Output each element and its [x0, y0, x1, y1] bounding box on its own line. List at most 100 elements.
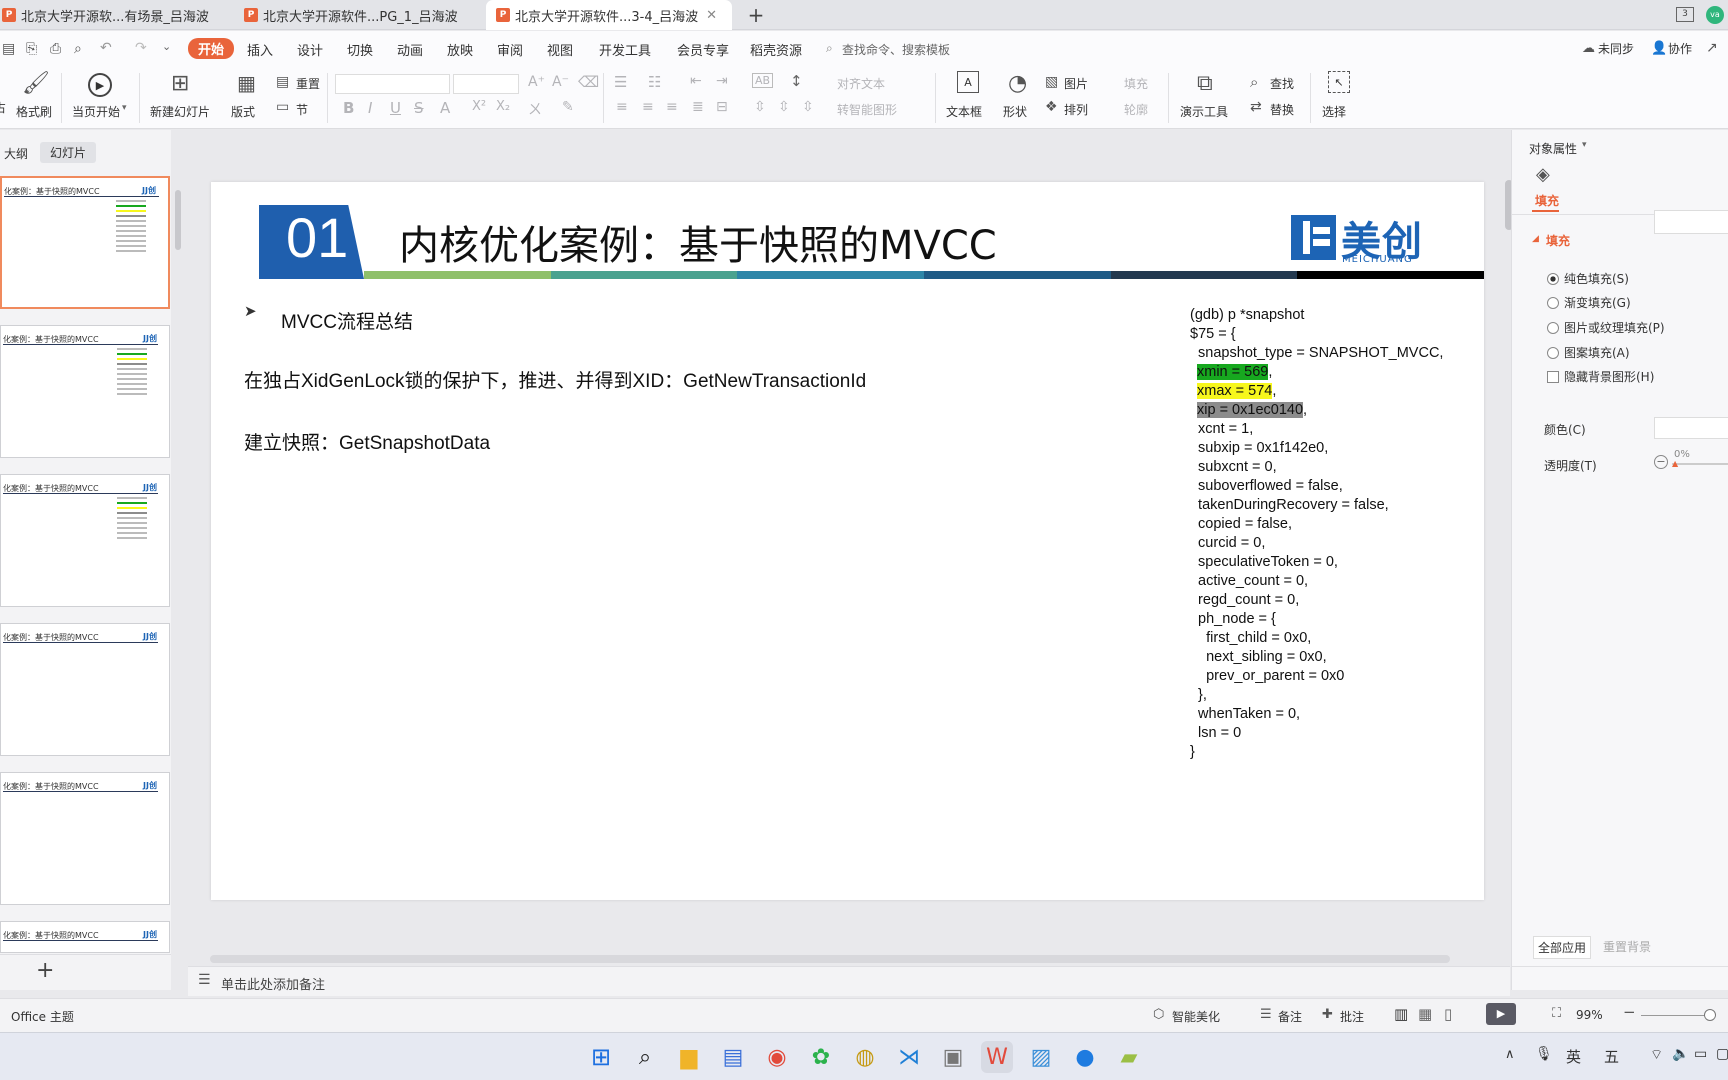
shape-button[interactable]: 形状	[1003, 103, 1027, 120]
spacing-before-icon[interactable]: ⇳	[778, 99, 790, 115]
menu-developer[interactable]: 开发工具	[599, 40, 651, 59]
clear-format-icon[interactable]: ⌫	[578, 73, 599, 91]
subscript-icon[interactable]: X₂	[496, 99, 510, 114]
command-search-input[interactable]: 查找命令、搜索模板	[842, 41, 950, 58]
font-color-icon[interactable]: A	[440, 99, 450, 117]
menu-insert[interactable]: 插入	[247, 40, 273, 59]
video-app-icon[interactable]: ●	[1069, 1041, 1101, 1073]
spacing-after-icon[interactable]: ⇳	[802, 99, 814, 115]
align-center-icon[interactable]: ≡	[642, 99, 654, 115]
format-painter-button[interactable]: 格式刷	[16, 103, 52, 120]
font-size-select[interactable]	[453, 74, 519, 94]
find-icon[interactable]: ⌕	[1250, 73, 1258, 91]
print-icon[interactable]: ⎙	[50, 41, 61, 57]
shape-icon[interactable]: ◔	[1008, 71, 1027, 96]
fill-button[interactable]: 填充	[1124, 75, 1148, 92]
select-icon[interactable]: ↖	[1328, 71, 1350, 93]
app-icon[interactable]: ▰	[1113, 1041, 1145, 1073]
quick-access-dropdown-icon[interactable]: ⌄	[162, 40, 171, 53]
align-text-button[interactable]: 对齐文本	[837, 75, 885, 92]
fill-tab[interactable]: 填充	[1535, 192, 1559, 209]
slides-tab[interactable]: 幻灯片	[40, 142, 97, 163]
slide-thumbnail[interactable]: 化案例：基于快照的MVCC JJ创	[0, 623, 170, 756]
outline-tab[interactable]: 大纲	[4, 145, 28, 162]
wps-taskbar-icon[interactable]: W	[981, 1041, 1013, 1073]
distribute-icon[interactable]: ⊟	[716, 99, 728, 115]
radio-pattern-fill[interactable]: 图案填充(A)	[1547, 344, 1630, 361]
superscript-icon[interactable]: X²	[472, 99, 486, 114]
notification-icon[interactable]: ▢	[1716, 1046, 1728, 1062]
section-toggle-icon[interactable]: ◢	[1532, 234, 1539, 244]
avatar[interactable]: va	[1706, 6, 1724, 24]
slider-thumb[interactable]: ▲	[1672, 459, 1678, 468]
doc-tab-3-active[interactable]: P 北京大学开源软件...3-4_吕海波 ✕	[486, 0, 732, 30]
smart-beautify-button[interactable]: 智能美化	[1172, 1008, 1220, 1025]
panel-scrollbar[interactable]	[175, 190, 181, 250]
chrome-icon[interactable]: ◉	[761, 1041, 793, 1073]
menu-transition[interactable]: 切换	[347, 40, 373, 59]
font-family-select[interactable]	[335, 74, 450, 94]
zoom-out-icon[interactable]: −	[1623, 1003, 1636, 1021]
mic-icon[interactable]: 🎙	[1535, 1046, 1553, 1062]
numbering-icon[interactable]: ☷	[648, 73, 661, 91]
present-tools-icon[interactable]: ⧉	[1197, 71, 1213, 96]
redo-icon[interactable]: ↷	[135, 40, 147, 56]
radio-solid-fill[interactable]: 纯色填充(S)	[1547, 270, 1629, 287]
wifi-icon[interactable]: ⌔	[1650, 1046, 1663, 1064]
wechat-icon[interactable]: ✿	[805, 1041, 837, 1073]
collab-button[interactable]: 协作	[1668, 40, 1692, 57]
bullets-icon[interactable]: ☰	[614, 73, 627, 91]
menu-view[interactable]: 视图	[547, 40, 573, 59]
color-picker[interactable]	[1654, 417, 1728, 439]
dropdown-icon[interactable]: ▾	[1582, 140, 1587, 150]
slide-thumbnail[interactable]: 化案例：基于快照的MVCC JJ创	[0, 474, 170, 607]
volume-icon[interactable]: 🔈	[1672, 1046, 1689, 1062]
battery-icon[interactable]: ▭	[1694, 1046, 1707, 1062]
share-icon[interactable]: ↗	[1706, 40, 1718, 56]
search-taskbar-icon[interactable]: ⌕	[629, 1041, 661, 1073]
sync-status[interactable]: 未同步	[1598, 40, 1634, 57]
replace-icon[interactable]: ⇄	[1250, 99, 1262, 115]
smart-graphic-button[interactable]: 转智能图形	[837, 101, 897, 118]
file-icon[interactable]: ▤	[2, 41, 15, 57]
windows-start-icon[interactable]: ⊞	[585, 1041, 617, 1073]
section-icon[interactable]: ▭	[276, 99, 289, 115]
sorter-view-icon[interactable]: ▦	[1418, 1005, 1432, 1023]
shrink-font-icon[interactable]: A⁻	[552, 74, 569, 90]
menu-animation[interactable]: 动画	[397, 40, 423, 59]
replace-button[interactable]: 替换	[1270, 101, 1294, 118]
tray-chevron-icon[interactable]: ∧	[1505, 1047, 1515, 1062]
window-count-badge[interactable]: 3	[1676, 7, 1694, 22]
vscode-icon[interactable]: ⋊	[893, 1041, 925, 1073]
play-from-current-button[interactable]: 当页开始	[72, 103, 120, 120]
slide-thumbnail[interactable]: 化案例：基于快照的MVCC JJ创	[0, 921, 170, 953]
fill-bucket-icon[interactable]: ◈	[1536, 164, 1550, 185]
export-icon[interactable]: ⎘	[26, 41, 37, 57]
comment-button[interactable]: 批注	[1340, 1008, 1364, 1025]
new-slide-icon[interactable]: ⊞	[171, 71, 189, 96]
zoom-level[interactable]: 99%	[1576, 1008, 1603, 1022]
fill-preset-select[interactable]	[1654, 210, 1728, 234]
hide-bg-checkbox[interactable]: 隐藏背景图形(H)	[1547, 368, 1654, 385]
strikethrough-icon[interactable]: S	[414, 99, 424, 117]
arrange-button[interactable]: 排列	[1064, 101, 1088, 118]
menu-review[interactable]: 审阅	[497, 40, 523, 59]
app-icon[interactable]: ◍	[849, 1041, 881, 1073]
doc-tab-1[interactable]: P 北京大学开源软...有场景_吕海波	[0, 0, 216, 30]
paste-label[interactable]: 占	[0, 99, 6, 116]
picture-button[interactable]: 图片	[1064, 75, 1088, 92]
decrease-indent-icon[interactable]: ⇤	[690, 73, 702, 89]
menu-home[interactable]: 开始	[188, 38, 235, 59]
grow-font-icon[interactable]: A⁺	[528, 74, 545, 90]
notes-toggle-button[interactable]: 备注	[1278, 1008, 1302, 1025]
phonetic-icon[interactable]: ㄨ	[528, 99, 542, 119]
format-painter-icon[interactable]: 🖌	[22, 71, 50, 96]
play-slideshow-button[interactable]: ▶	[1486, 1003, 1516, 1025]
new-tab-button[interactable]: +	[744, 3, 768, 27]
slide-thumbnail[interactable]: 化案例：基于快照的MVCC JJ创	[0, 176, 170, 309]
bold-icon[interactable]: B	[343, 99, 354, 117]
ime-mode[interactable]: 五	[1604, 1046, 1619, 1067]
textbox-icon[interactable]: A	[957, 71, 979, 93]
app-icon[interactable]: ▣	[937, 1041, 969, 1073]
arrange-icon[interactable]: ❖	[1045, 99, 1058, 115]
